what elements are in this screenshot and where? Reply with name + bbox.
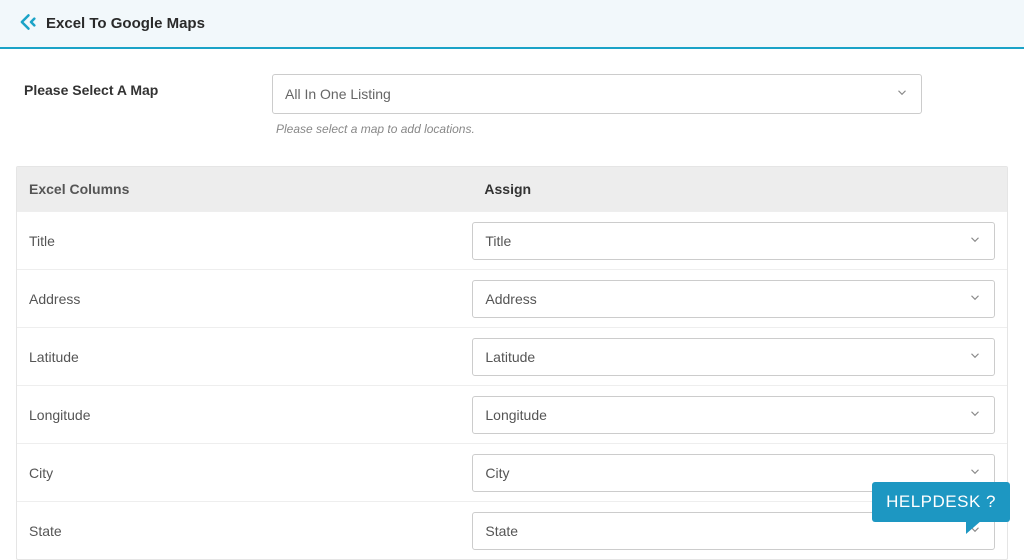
page-title: Excel To Google Maps <box>46 15 205 32</box>
excel-column-label: Latitude <box>17 337 472 377</box>
chevron-down-icon <box>895 86 909 103</box>
assign-select-value: City <box>485 465 509 481</box>
logo-icon <box>16 12 36 35</box>
assign-select-value: Latitude <box>485 349 535 365</box>
assign-select-value: Title <box>485 233 511 249</box>
table-row: City City <box>17 443 1007 501</box>
map-select-label: Please Select A Map <box>24 74 272 98</box>
table-row: State State <box>17 501 1007 559</box>
table-row: Address Address <box>17 269 1007 327</box>
chevron-down-icon <box>968 406 982 423</box>
helpdesk-label: HELPDESK ? <box>886 492 996 511</box>
columns-table: Excel Columns Assign Title Title Address… <box>16 166 1008 560</box>
excel-column-label: Longitude <box>17 395 472 435</box>
excel-column-label: Title <box>17 221 472 261</box>
map-select-value: All In One Listing <box>285 86 391 102</box>
excel-column-label: Address <box>17 279 472 319</box>
table-header-assign: Assign <box>472 167 1007 211</box>
assign-select-address[interactable]: Address <box>472 280 995 318</box>
assign-select-title[interactable]: Title <box>472 222 995 260</box>
map-select-helper: Please select a map to add locations. <box>272 122 922 136</box>
map-select-dropdown[interactable]: All In One Listing <box>272 74 922 114</box>
chevron-down-icon <box>968 290 982 307</box>
assign-select-value: Longitude <box>485 407 547 423</box>
table-header: Excel Columns Assign <box>17 167 1007 211</box>
assign-select-latitude[interactable]: Latitude <box>472 338 995 376</box>
assign-select-value: Address <box>485 291 536 307</box>
speech-tail-icon <box>966 520 982 534</box>
excel-column-label: State <box>17 511 472 551</box>
assign-select-longitude[interactable]: Longitude <box>472 396 995 434</box>
chevron-down-icon <box>968 232 982 249</box>
assign-select-value: State <box>485 523 518 539</box>
helpdesk-widget[interactable]: HELPDESK ? <box>872 482 1010 522</box>
table-row: Longitude Longitude <box>17 385 1007 443</box>
table-row: Title Title <box>17 211 1007 269</box>
table-row: Latitude Latitude <box>17 327 1007 385</box>
chevron-down-icon <box>968 464 982 481</box>
chevron-down-icon <box>968 348 982 365</box>
excel-column-label: City <box>17 453 472 493</box>
page-header: Excel To Google Maps <box>0 0 1024 49</box>
table-header-columns: Excel Columns <box>17 167 472 211</box>
map-select-row: Please Select A Map All In One Listing P… <box>16 74 1008 136</box>
